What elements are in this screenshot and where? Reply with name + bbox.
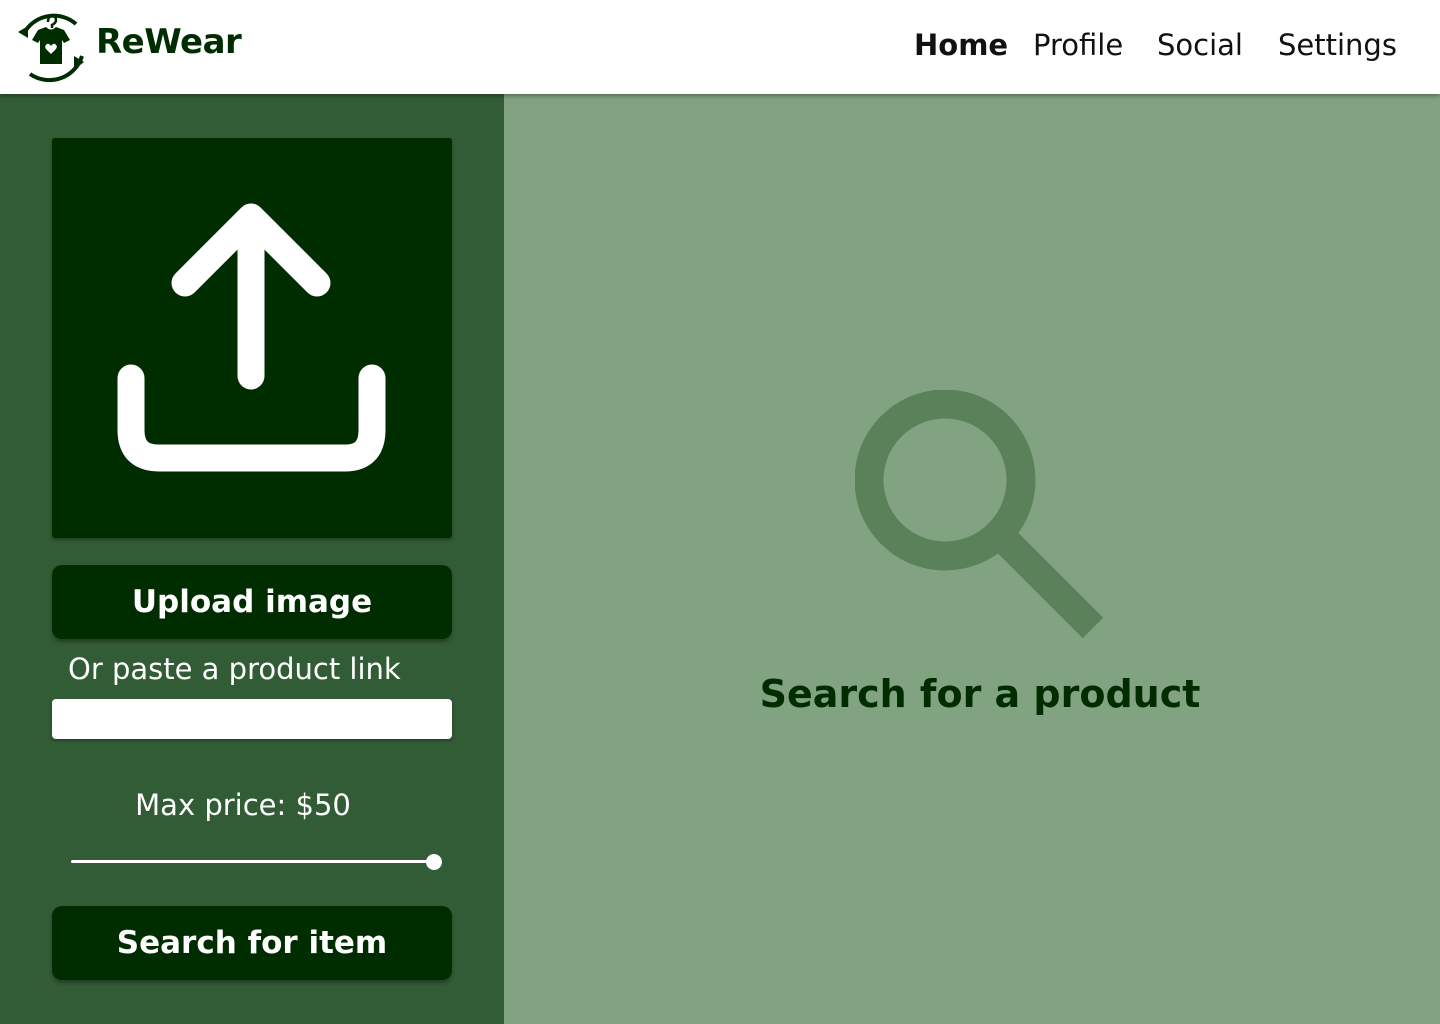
search-for-item-button[interactable]: Search for item (52, 906, 452, 980)
upload-icon (117, 203, 386, 472)
nav-settings[interactable]: Settings (1278, 28, 1397, 62)
results-area: Search for a product (504, 94, 1440, 1024)
top-nav-bar: ReWear Home Profile Social Settings (0, 0, 1440, 94)
max-price-slider-thumb[interactable] (426, 854, 442, 870)
search-icon (855, 390, 1104, 639)
app-page: ReWear Home Profile Social Settings Uplo… (0, 0, 1440, 1024)
max-price-slider-track[interactable] (71, 860, 434, 863)
empty-state-message: Search for a product (759, 672, 1201, 716)
search-sidebar: Upload image Or paste a product link Max… (0, 94, 504, 1024)
nav-home[interactable]: Home (914, 28, 1008, 62)
upload-image-button[interactable]: Upload image (52, 565, 452, 639)
nav-profile[interactable]: Profile (1033, 28, 1123, 62)
product-link-input[interactable] (52, 699, 452, 739)
brand-name[interactable]: ReWear (96, 22, 242, 62)
nav-social[interactable]: Social (1157, 28, 1243, 62)
max-price-label: Max price: $50 (135, 788, 351, 822)
image-upload-dropzone[interactable] (52, 138, 452, 538)
rewear-logo-icon[interactable] (12, 8, 90, 86)
paste-link-label: Or paste a product link (68, 652, 401, 686)
